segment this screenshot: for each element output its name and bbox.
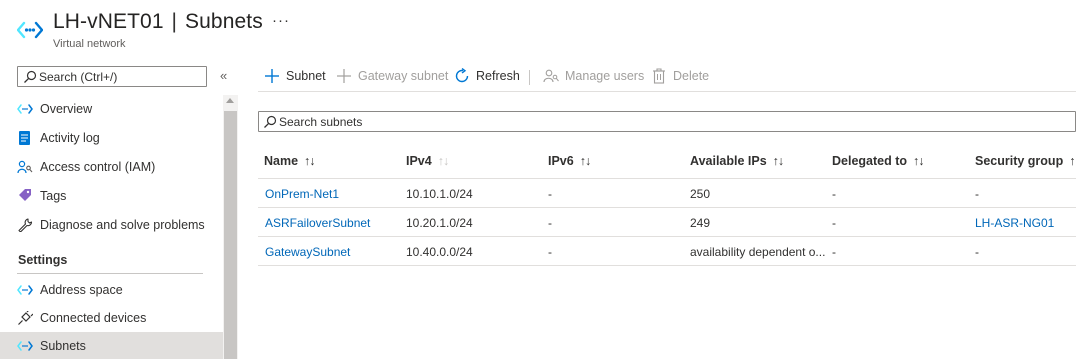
sidebar-item-overview[interactable]: Overview xyxy=(0,95,223,123)
plus-icon xyxy=(337,69,351,83)
iam-icon xyxy=(17,160,33,174)
manage-users-label: Manage users xyxy=(565,69,645,83)
vnet-icon xyxy=(17,341,33,351)
settings-section-heading: Settings xyxy=(18,253,68,267)
sidebar-item-label: Activity log xyxy=(40,131,100,145)
table-bottom-border xyxy=(258,265,1076,266)
sidebar-item-connected-devices[interactable]: Connected devices xyxy=(0,304,223,332)
vnet-icon xyxy=(17,104,33,114)
refresh-icon xyxy=(455,68,469,83)
more-options-button[interactable]: ··· xyxy=(272,12,290,29)
column-header-delegated-to[interactable]: Delegated to ↑↓ xyxy=(832,154,924,168)
table-row[interactable]: ASRFailoverSubnet 10.20.1.0/24 - 249 - L… xyxy=(258,207,1076,236)
resource-menu: « Overview Activity log Access control (… xyxy=(0,58,238,359)
security-group-cell: - xyxy=(975,245,979,259)
column-header-name[interactable]: Name ↑↓ xyxy=(264,154,316,168)
column-header-available-ips[interactable]: Available IPs ↑↓ xyxy=(690,154,784,168)
ipv4-cell: 10.40.0.0/24 xyxy=(406,245,473,259)
plug-icon xyxy=(18,311,33,325)
available-ips-cell: 249 xyxy=(690,216,711,230)
sort-icon[interactable]: ↑↓ xyxy=(438,154,449,168)
search-icon xyxy=(24,70,37,83)
ipv6-cell: - xyxy=(548,187,552,201)
ipv4-cell: 10.10.1.0/24 xyxy=(406,187,473,201)
column-header-label: IPv6 xyxy=(548,154,574,168)
column-header-security-group[interactable]: Security group ↑↓ xyxy=(975,154,1076,168)
sidebar-item-label: Address space xyxy=(40,283,123,297)
toolbar-separator xyxy=(529,70,530,85)
plus-icon xyxy=(265,69,279,83)
sidebar-item-label: Tags xyxy=(40,189,67,203)
delegated-to-cell: - xyxy=(832,216,836,230)
title-separator: | xyxy=(171,10,178,33)
sort-icon[interactable]: ↑↓ xyxy=(1069,154,1076,168)
manage-users-icon xyxy=(543,69,559,83)
sidebar-item-label: Access control (IAM) xyxy=(40,160,156,174)
menu-scrollbar[interactable] xyxy=(223,95,238,359)
blade-name: Subnets xyxy=(185,10,263,33)
delegated-to-cell: - xyxy=(832,245,836,259)
activity-log-icon xyxy=(19,131,30,145)
scroll-up-arrow-icon[interactable] xyxy=(226,98,234,103)
available-ips-cell: 250 xyxy=(690,187,711,201)
security-group-cell: - xyxy=(975,187,979,201)
sidebar-item-access-control[interactable]: Access control (IAM) xyxy=(0,153,223,181)
command-bar: Subnet Gateway subnet Refresh Manage use… xyxy=(258,62,1076,90)
sidebar-item-activity-log[interactable]: Activity log xyxy=(0,124,223,152)
collapse-menu-button[interactable]: « xyxy=(220,68,227,83)
menu-search-box[interactable] xyxy=(17,66,207,87)
delegated-to-cell: - xyxy=(832,187,836,201)
sidebar-item-subnets[interactable]: Subnets xyxy=(0,332,223,359)
sidebar-item-label: Connected devices xyxy=(40,311,147,325)
add-subnet-label: Subnet xyxy=(286,69,326,83)
sidebar-item-label: Subnets xyxy=(40,339,86,353)
gateway-subnet-label: Gateway subnet xyxy=(358,69,449,83)
sort-icon[interactable]: ↑↓ xyxy=(304,154,315,168)
column-header-label: Security group xyxy=(975,154,1064,168)
sidebar-item-label: Overview xyxy=(40,102,93,116)
sidebar-item-address-space[interactable]: Address space xyxy=(0,276,223,304)
subnet-name-link[interactable]: OnPrem-Net1 xyxy=(265,187,339,201)
subnet-search-box[interactable] xyxy=(258,111,1076,132)
subnet-name-link[interactable]: GatewaySubnet xyxy=(265,245,350,259)
toolbar-divider xyxy=(258,91,1076,92)
section-divider xyxy=(17,273,203,274)
column-header-ipv6[interactable]: IPv6 ↑↓ xyxy=(548,154,591,168)
sidebar-item-diagnose[interactable]: Diagnose and solve problems xyxy=(0,211,223,239)
subnet-search-input[interactable] xyxy=(279,113,979,130)
wrench-icon xyxy=(18,218,33,232)
resource-type-subtitle: Virtual network xyxy=(53,38,126,50)
menu-search-input[interactable] xyxy=(39,68,199,85)
security-group-link[interactable]: LH-ASR-NG01 xyxy=(975,216,1054,230)
available-ips-cell: availability dependent o... xyxy=(690,245,826,259)
column-header-label: Available IPs xyxy=(690,154,767,168)
column-header-label: Delegated to xyxy=(832,154,908,168)
column-header-label: Name xyxy=(264,154,299,168)
sort-icon[interactable]: ↑↓ xyxy=(580,154,591,168)
vnet-icon xyxy=(17,285,33,295)
virtual-network-icon xyxy=(17,21,43,39)
sort-icon[interactable]: ↑↓ xyxy=(773,154,784,168)
column-header-ipv4[interactable]: IPv4 ↑↓ xyxy=(406,154,449,168)
sidebar-item-label: Diagnose and solve problems xyxy=(40,218,205,232)
column-header-label: IPv4 xyxy=(406,154,432,168)
ipv4-cell: 10.20.1.0/24 xyxy=(406,216,473,230)
subnet-name-link[interactable]: ASRFailoverSubnet xyxy=(265,216,370,230)
tag-icon xyxy=(19,189,31,201)
page-title: LH-vNET01 | Subnets xyxy=(53,10,263,34)
ipv6-cell: - xyxy=(548,245,552,259)
sort-icon[interactable]: ↑↓ xyxy=(913,154,924,168)
refresh-label: Refresh xyxy=(476,69,520,83)
resource-name: LH-vNET01 xyxy=(53,10,164,33)
page-header: LH-vNET01 | Subnets Virtual network ··· xyxy=(0,0,1076,58)
ipv6-cell: - xyxy=(548,216,552,230)
delete-label: Delete xyxy=(673,69,710,83)
table-row[interactable]: OnPrem-Net1 10.10.1.0/24 - 250 - - xyxy=(258,178,1076,207)
search-icon xyxy=(264,115,277,128)
table-row[interactable]: GatewaySubnet 10.40.0.0/24 - availabilit… xyxy=(258,236,1076,265)
sidebar-item-tags[interactable]: Tags xyxy=(0,182,223,210)
scrollbar-thumb[interactable] xyxy=(224,111,237,359)
trash-icon xyxy=(653,68,665,84)
